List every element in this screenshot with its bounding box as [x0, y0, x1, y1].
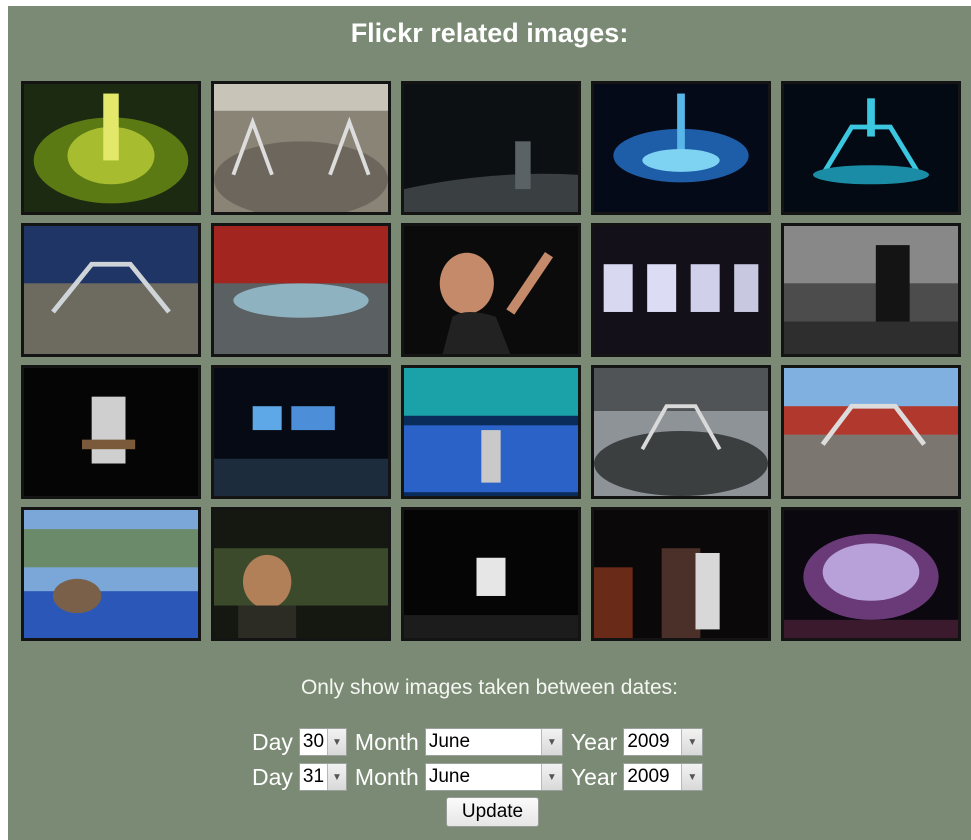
day-label: Day: [252, 763, 293, 790]
thumbnail-10[interactable]: [781, 223, 961, 357]
thumbnail-9[interactable]: [591, 223, 771, 357]
thumbnail-4[interactable]: [591, 81, 771, 215]
thumbnail-12[interactable]: [211, 365, 391, 499]
from-day-select[interactable]: 30 ▼: [298, 728, 347, 756]
thumbnail-11[interactable]: [21, 365, 201, 499]
thumbnail-15[interactable]: [781, 365, 961, 499]
to-month-select[interactable]: June ▼: [424, 763, 563, 791]
month-label: Month: [354, 728, 419, 755]
to-date-row: Day 31 ▼ Month June ▼ Year 2009 ▼: [252, 761, 711, 793]
date-filter-caption: Only show images taken between dates:: [300, 676, 679, 699]
thumbnail-3[interactable]: [401, 81, 581, 215]
dropdown-arrow-icon: ▼: [681, 729, 703, 755]
image-grid: [21, 81, 961, 641]
from-date-row: Day 30 ▼ Month June ▼ Year 2009 ▼: [252, 726, 711, 758]
update-button[interactable]: Update: [446, 797, 539, 827]
day-label: Day: [252, 728, 293, 755]
from-year-select[interactable]: 2009 ▼: [623, 728, 704, 756]
thumbnail-1[interactable]: [21, 81, 201, 215]
from-month-select[interactable]: June ▼: [424, 728, 563, 756]
thumbnail-6[interactable]: [21, 223, 201, 357]
thumbnail-18[interactable]: [401, 507, 581, 641]
thumbnail-5[interactable]: [781, 81, 961, 215]
thumbnail-16[interactable]: [21, 507, 201, 641]
dropdown-arrow-icon: ▼: [540, 764, 562, 790]
thumbnail-8[interactable]: [401, 223, 581, 357]
thumbnail-13[interactable]: [401, 365, 581, 499]
dropdown-arrow-icon: ▼: [327, 764, 346, 790]
to-day-select[interactable]: 31 ▼: [298, 763, 347, 791]
year-label: Year: [570, 763, 618, 790]
dropdown-arrow-icon: ▼: [540, 729, 562, 755]
thumbnail-2[interactable]: [211, 81, 391, 215]
flickr-panel: Flickr related images: Only show images …: [8, 6, 971, 840]
thumbnail-19[interactable]: [591, 507, 771, 641]
thumbnail-14[interactable]: [591, 365, 771, 499]
thumbnail-7[interactable]: [211, 223, 391, 357]
section-title: Flickr related images:: [350, 18, 629, 48]
dropdown-arrow-icon: ▼: [681, 764, 703, 790]
thumbnail-17[interactable]: [211, 507, 391, 641]
year-label: Year: [570, 728, 618, 755]
dropdown-arrow-icon: ▼: [327, 729, 346, 755]
thumbnail-20[interactable]: [781, 507, 961, 641]
month-label: Month: [354, 763, 419, 790]
to-year-select[interactable]: 2009 ▼: [623, 763, 704, 791]
